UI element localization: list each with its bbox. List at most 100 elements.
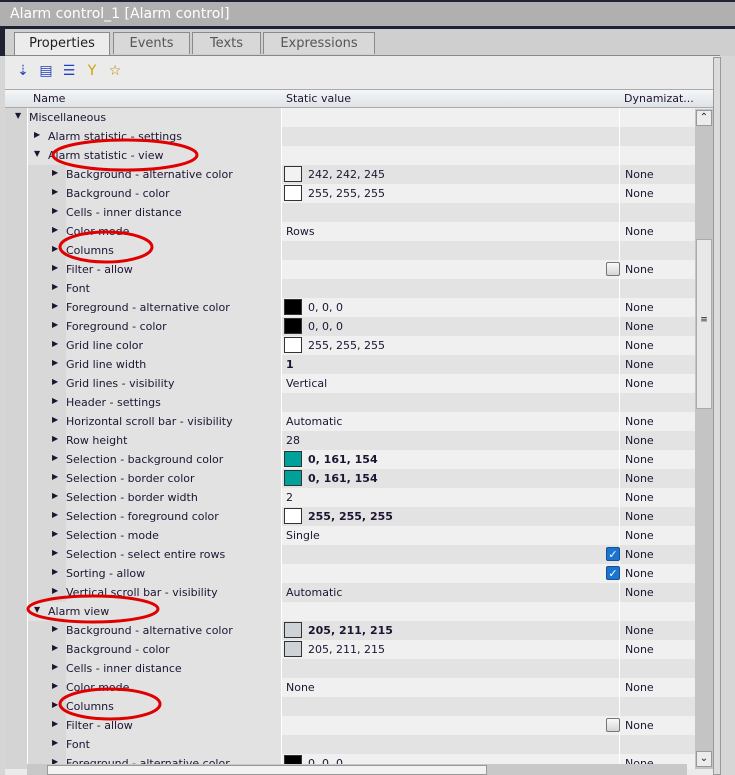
favorite-star-icon[interactable]: ☆ [107, 63, 123, 79]
static-value-cell[interactable] [282, 203, 620, 222]
dynamization-cell[interactable]: None [620, 222, 695, 241]
color-swatch[interactable] [284, 508, 302, 524]
collapsed-triangle-icon[interactable]: ▶ [52, 396, 58, 405]
dynamization-cell[interactable]: None [620, 678, 695, 697]
static-value-cell[interactable] [282, 146, 620, 165]
dynamization-cell[interactable]: None [620, 469, 695, 488]
dynamization-cell[interactable]: None [620, 317, 695, 336]
dynamization-cell[interactable]: None [620, 583, 695, 602]
dynamization-cell[interactable]: None [620, 165, 695, 184]
dynamization-cell[interactable] [620, 241, 695, 260]
row-selector[interactable] [5, 203, 28, 222]
dynamization-cell[interactable]: None [620, 355, 695, 374]
dynamization-cell[interactable] [620, 203, 695, 222]
color-swatch[interactable] [284, 451, 302, 467]
horizontal-scrollbar-thumb[interactable] [47, 765, 487, 775]
row-selector[interactable] [5, 716, 28, 735]
dynamization-cell[interactable]: None [620, 412, 695, 431]
property-row[interactable]: ▼ Miscellaneous [5, 108, 695, 127]
row-selector[interactable] [5, 678, 28, 697]
collapsed-triangle-icon[interactable]: ▶ [52, 491, 58, 500]
property-row[interactable]: ▶ Filter - allow None [5, 260, 695, 279]
collapsed-triangle-icon[interactable]: ▶ [52, 662, 58, 671]
property-row[interactable]: ▶ Grid line color 255, 255, 255 None [5, 336, 695, 355]
row-selector[interactable] [5, 507, 28, 526]
collapsed-triangle-icon[interactable]: ▶ [52, 282, 58, 291]
collapsed-triangle-icon[interactable]: ▶ [52, 700, 58, 709]
property-row[interactable]: ▶ Background - alternative color 242, 242,… [5, 165, 695, 184]
color-swatch[interactable] [284, 337, 302, 353]
collapsed-triangle-icon[interactable]: ▶ [52, 358, 58, 367]
collapsed-triangle-icon[interactable]: ▶ [52, 434, 58, 443]
property-row[interactable]: ▶ Cells - inner distance [5, 659, 695, 678]
property-row[interactable]: ▶ Color mode Rows None [5, 222, 695, 241]
dynamization-cell[interactable]: None [620, 640, 695, 659]
collapsed-triangle-icon[interactable]: ▶ [52, 738, 58, 747]
dynamization-cell[interactable] [620, 697, 695, 716]
row-selector[interactable] [5, 621, 28, 640]
static-value-cell[interactable]: Single [282, 526, 620, 545]
row-selector[interactable] [5, 526, 28, 545]
static-value-cell[interactable] [282, 659, 620, 678]
static-value-cell[interactable] [282, 735, 620, 754]
static-value-cell[interactable] [282, 241, 620, 260]
property-row[interactable]: ▶ Foreground - alternative color 0, 0, 0 No… [5, 298, 695, 317]
dynamization-cell[interactable] [620, 602, 695, 621]
checkbox[interactable]: ✓ [606, 566, 620, 580]
property-row[interactable]: ▶ Background - color 255, 255, 255 None [5, 184, 695, 203]
property-row[interactable]: ▶ Selection - background color 0, 161, 154… [5, 450, 695, 469]
collapsed-triangle-icon[interactable]: ▶ [52, 529, 58, 538]
expanded-triangle-icon[interactable]: ▼ [34, 605, 40, 614]
list-view-icon[interactable]: ☰ [61, 63, 77, 79]
expanded-triangle-icon[interactable]: ▼ [15, 111, 21, 120]
row-selector[interactable] [5, 241, 28, 260]
dynamization-cell[interactable] [620, 659, 695, 678]
color-swatch[interactable] [284, 470, 302, 486]
scrollbar-thumb[interactable]: ≡ [696, 239, 712, 409]
tab-texts[interactable]: Texts [192, 32, 261, 54]
property-row[interactable]: ▶ Horizontal scroll bar - visibility Autom… [5, 412, 695, 431]
row-selector[interactable] [5, 260, 28, 279]
collapsed-triangle-icon[interactable]: ▶ [52, 567, 58, 576]
static-value-cell[interactable]: 255, 255, 255 [282, 336, 620, 355]
expanded-triangle-icon[interactable]: ▼ [34, 149, 40, 158]
static-value-cell[interactable]: 205, 211, 215 [282, 640, 620, 659]
static-value-cell[interactable] [282, 260, 620, 279]
static-value-cell[interactable]: 242, 242, 245 [282, 165, 620, 184]
column-header-dynamization[interactable]: Dynamizat... [624, 92, 694, 105]
collapsed-triangle-icon[interactable]: ▶ [52, 719, 58, 728]
property-row[interactable]: ▼ Alarm view [5, 602, 695, 621]
static-value-cell[interactable]: 0, 161, 154 [282, 450, 620, 469]
property-row[interactable]: ▶ Sorting - allow ✓ None [5, 564, 695, 583]
dynamization-cell[interactable]: None [620, 545, 695, 564]
outer-scrollbar[interactable] [713, 57, 721, 775]
collapsed-triangle-icon[interactable]: ▶ [52, 510, 58, 519]
static-value-cell[interactable]: 0, 0, 0 [282, 298, 620, 317]
property-row[interactable]: ▶ Header - settings [5, 393, 695, 412]
row-selector[interactable] [5, 431, 28, 450]
static-value-cell[interactable]: 255, 255, 255 [282, 184, 620, 203]
collapsed-triangle-icon[interactable]: ▶ [52, 187, 58, 196]
dynamization-cell[interactable]: None [620, 260, 695, 279]
static-value-cell[interactable]: 205, 211, 215 [282, 621, 620, 640]
color-swatch[interactable] [284, 299, 302, 315]
static-value-cell[interactable]: 1 [282, 355, 620, 374]
color-swatch[interactable] [284, 622, 302, 638]
static-value-cell[interactable]: 2 [282, 488, 620, 507]
row-selector[interactable] [5, 374, 28, 393]
dynamization-cell[interactable]: None [620, 621, 695, 640]
static-value-cell[interactable] [282, 716, 620, 735]
row-selector[interactable] [5, 355, 28, 374]
static-value-cell[interactable]: 255, 255, 255 [282, 507, 620, 526]
collapsed-triangle-icon[interactable]: ▶ [52, 453, 58, 462]
row-selector[interactable] [5, 165, 28, 184]
static-value-cell[interactable]: Automatic [282, 412, 620, 431]
collapsed-triangle-icon[interactable]: ▶ [52, 643, 58, 652]
row-selector[interactable] [5, 127, 28, 146]
color-swatch[interactable] [284, 185, 302, 201]
collapsed-triangle-icon[interactable]: ▶ [52, 339, 58, 348]
row-selector[interactable] [5, 393, 28, 412]
collapsed-triangle-icon[interactable]: ▶ [52, 681, 58, 690]
property-row[interactable]: ▶ Grid lines - visibility Vertical None [5, 374, 695, 393]
column-header-name[interactable]: Name [33, 92, 65, 105]
